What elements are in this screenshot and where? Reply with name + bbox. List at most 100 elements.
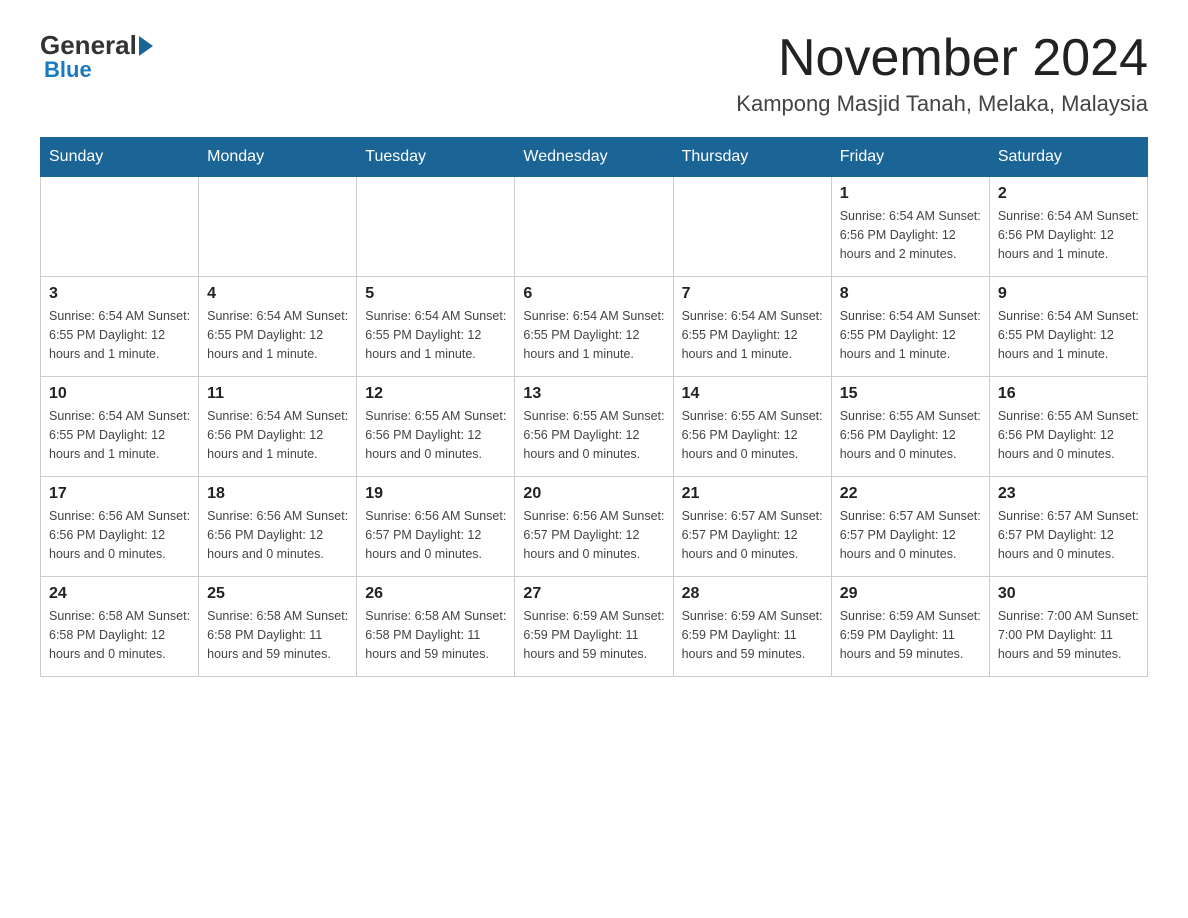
day-info: Sunrise: 6:54 AM Sunset: 6:55 PM Dayligh…	[207, 307, 348, 363]
day-cell: 10Sunrise: 6:54 AM Sunset: 6:55 PM Dayli…	[41, 377, 199, 477]
day-cell: 23Sunrise: 6:57 AM Sunset: 6:57 PM Dayli…	[989, 477, 1147, 577]
day-cell	[673, 177, 831, 277]
day-number: 21	[682, 485, 823, 503]
day-number: 30	[998, 585, 1139, 603]
day-cell: 11 Sunrise: 6:54 AM Sunset: 6:56 PM Dayli…	[199, 377, 357, 477]
day-number: 8	[840, 285, 981, 303]
day-info: Sunrise: 6:55 AM Sunset: 6:56 PM Dayligh…	[840, 407, 981, 463]
day-number: 20	[523, 485, 664, 503]
day-number: 9	[998, 285, 1139, 303]
day-cell: 12 Sunrise: 6:55 AM Sunset: 6:56 PM Dayli…	[357, 377, 515, 477]
day-info: Sunrise: 6:59 AM Sunset: 6:59 PM Dayligh…	[523, 607, 664, 663]
day-cell: 8 Sunrise: 6:54 AM Sunset: 6:55 PM Daylig…	[831, 277, 989, 377]
day-info: Sunrise: 6:56 AM Sunset: 6:56 PM Dayligh…	[207, 507, 348, 563]
week-row-3: 10Sunrise: 6:54 AM Sunset: 6:55 PM Dayli…	[41, 377, 1148, 477]
day-info: Sunrise: 6:55 AM Sunset: 6:56 PM Dayligh…	[523, 407, 664, 463]
day-info: Sunrise: 6:58 AM Sunset: 6:58 PM Dayligh…	[365, 607, 506, 663]
week-row-1: 1 Sunrise: 6:54 AM Sunset: 6:56 PM Daylig…	[41, 177, 1148, 277]
day-info: Sunrise: 6:57 AM Sunset: 6:57 PM Dayligh…	[840, 507, 981, 563]
day-cell: 30Sunrise: 7:00 AM Sunset: 7:00 PM Dayli…	[989, 577, 1147, 677]
day-info: Sunrise: 6:54 AM Sunset: 6:55 PM Dayligh…	[840, 307, 981, 363]
day-cell: 24 Sunrise: 6:58 AM Sunset: 6:58 PM Dayli…	[41, 577, 199, 677]
header-cell-monday: Monday	[199, 138, 357, 177]
day-cell	[199, 177, 357, 277]
day-info: Sunrise: 6:54 AM Sunset: 6:55 PM Dayligh…	[998, 307, 1139, 363]
day-number: 25	[207, 585, 348, 603]
day-info: Sunrise: 6:54 AM Sunset: 6:56 PM Dayligh…	[998, 207, 1139, 263]
day-cell: 26 Sunrise: 6:58 AM Sunset: 6:58 PM Dayli…	[357, 577, 515, 677]
day-cell: 9 Sunrise: 6:54 AM Sunset: 6:55 PM Daylig…	[989, 277, 1147, 377]
day-cell: 6Sunrise: 6:54 AM Sunset: 6:55 PM Daylig…	[515, 277, 673, 377]
day-info: Sunrise: 6:54 AM Sunset: 6:55 PM Dayligh…	[682, 307, 823, 363]
day-cell: 28 Sunrise: 6:59 AM Sunset: 6:59 PM Dayli…	[673, 577, 831, 677]
header-cell-saturday: Saturday	[989, 138, 1147, 177]
day-cell: 15 Sunrise: 6:55 AM Sunset: 6:56 PM Dayli…	[831, 377, 989, 477]
day-number: 10	[49, 385, 190, 403]
day-number: 18	[207, 485, 348, 503]
week-row-2: 3 Sunrise: 6:54 AM Sunset: 6:55 PM Daylig…	[41, 277, 1148, 377]
day-cell: 27Sunrise: 6:59 AM Sunset: 6:59 PM Dayli…	[515, 577, 673, 677]
day-cell: 19Sunrise: 6:56 AM Sunset: 6:57 PM Dayli…	[357, 477, 515, 577]
day-number: 13	[523, 385, 664, 403]
day-cell: 1 Sunrise: 6:54 AM Sunset: 6:56 PM Daylig…	[831, 177, 989, 277]
day-cell: 4 Sunrise: 6:54 AM Sunset: 6:55 PM Daylig…	[199, 277, 357, 377]
logo-blue-text: Blue	[40, 57, 92, 83]
day-info: Sunrise: 6:54 AM Sunset: 6:55 PM Dayligh…	[365, 307, 506, 363]
day-cell: 20Sunrise: 6:56 AM Sunset: 6:57 PM Dayli…	[515, 477, 673, 577]
day-number: 16	[998, 385, 1139, 403]
header-cell-sunday: Sunday	[41, 138, 199, 177]
day-info: Sunrise: 6:58 AM Sunset: 6:58 PM Dayligh…	[49, 607, 190, 663]
location-title: Kampong Masjid Tanah, Melaka, Malaysia	[736, 91, 1148, 117]
day-info: Sunrise: 6:54 AM Sunset: 6:55 PM Dayligh…	[49, 307, 190, 363]
day-number: 15	[840, 385, 981, 403]
month-title: November 2024	[736, 30, 1148, 87]
day-number: 6	[523, 285, 664, 303]
day-number: 1	[840, 185, 981, 203]
day-info: Sunrise: 6:57 AM Sunset: 6:57 PM Dayligh…	[998, 507, 1139, 563]
day-cell: 14Sunrise: 6:55 AM Sunset: 6:56 PM Dayli…	[673, 377, 831, 477]
day-number: 12	[365, 385, 506, 403]
day-cell: 5Sunrise: 6:54 AM Sunset: 6:55 PM Daylig…	[357, 277, 515, 377]
header-cell-tuesday: Tuesday	[357, 138, 515, 177]
day-cell: 21 Sunrise: 6:57 AM Sunset: 6:57 PM Dayli…	[673, 477, 831, 577]
day-info: Sunrise: 6:54 AM Sunset: 6:56 PM Dayligh…	[840, 207, 981, 263]
day-number: 3	[49, 285, 190, 303]
day-cell: 22 Sunrise: 6:57 AM Sunset: 6:57 PM Dayli…	[831, 477, 989, 577]
day-number: 7	[682, 285, 823, 303]
day-cell: 16 Sunrise: 6:55 AM Sunset: 6:56 PM Dayli…	[989, 377, 1147, 477]
day-cell	[357, 177, 515, 277]
day-cell: 25Sunrise: 6:58 AM Sunset: 6:58 PM Dayli…	[199, 577, 357, 677]
day-number: 2	[998, 185, 1139, 203]
day-info: Sunrise: 6:59 AM Sunset: 6:59 PM Dayligh…	[840, 607, 981, 663]
title-area: November 2024 Kampong Masjid Tanah, Mela…	[736, 30, 1148, 117]
day-info: Sunrise: 6:59 AM Sunset: 6:59 PM Dayligh…	[682, 607, 823, 663]
day-number: 22	[840, 485, 981, 503]
day-cell: 13 Sunrise: 6:55 AM Sunset: 6:56 PM Dayli…	[515, 377, 673, 477]
header-cell-wednesday: Wednesday	[515, 138, 673, 177]
day-number: 24	[49, 585, 190, 603]
header-cell-thursday: Thursday	[673, 138, 831, 177]
header-row: SundayMondayTuesdayWednesdayThursdayFrid…	[41, 138, 1148, 177]
day-number: 28	[682, 585, 823, 603]
day-info: Sunrise: 6:57 AM Sunset: 6:57 PM Dayligh…	[682, 507, 823, 563]
day-cell: 29 Sunrise: 6:59 AM Sunset: 6:59 PM Dayli…	[831, 577, 989, 677]
day-info: Sunrise: 6:55 AM Sunset: 6:56 PM Dayligh…	[998, 407, 1139, 463]
day-number: 4	[207, 285, 348, 303]
day-cell: 2 Sunrise: 6:54 AM Sunset: 6:56 PM Daylig…	[989, 177, 1147, 277]
day-number: 11	[207, 385, 348, 403]
day-info: Sunrise: 6:54 AM Sunset: 6:56 PM Dayligh…	[207, 407, 348, 463]
logo-arrow-icon	[139, 36, 153, 56]
logo: General Blue	[40, 30, 155, 83]
header-cell-friday: Friday	[831, 138, 989, 177]
week-row-4: 17 Sunrise: 6:56 AM Sunset: 6:56 PM Dayli…	[41, 477, 1148, 577]
day-info: Sunrise: 6:55 AM Sunset: 6:56 PM Dayligh…	[365, 407, 506, 463]
calendar-table: SundayMondayTuesdayWednesdayThursdayFrid…	[40, 137, 1148, 677]
day-cell	[41, 177, 199, 277]
day-number: 26	[365, 585, 506, 603]
day-info: Sunrise: 6:56 AM Sunset: 6:56 PM Dayligh…	[49, 507, 190, 563]
day-cell: 3 Sunrise: 6:54 AM Sunset: 6:55 PM Daylig…	[41, 277, 199, 377]
day-number: 17	[49, 485, 190, 503]
day-cell: 18 Sunrise: 6:56 AM Sunset: 6:56 PM Dayli…	[199, 477, 357, 577]
page-header: General Blue November 2024 Kampong Masji…	[40, 30, 1148, 117]
day-number: 29	[840, 585, 981, 603]
